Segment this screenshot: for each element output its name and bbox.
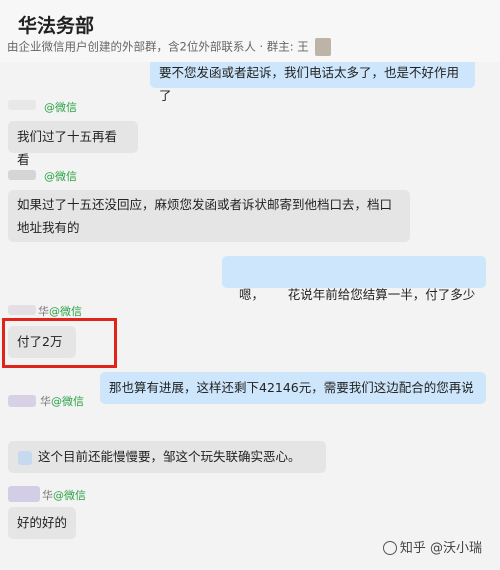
wechat-source: @微信 xyxy=(53,489,86,502)
wechat-source: @微信 xyxy=(51,395,84,408)
sender-name: 华 xyxy=(42,489,53,502)
message-bubble-incoming[interactable]: 好的好的 xyxy=(8,507,76,539)
group-subtitle: 由企业微信用户创建的外部群，含2位外部联系人 · 群主: 王 xyxy=(7,38,331,56)
sender-label: @微信 xyxy=(44,168,77,184)
message-text: 我们过了十五再看看 xyxy=(17,129,118,167)
message-text: 这个目前还能慢慢要，邹这个玩失联确实恶心。 xyxy=(38,449,301,464)
sender-name: 华 xyxy=(38,305,49,318)
watermark: 知乎 @沃小瑞 xyxy=(382,537,482,556)
sender-label: @微信 xyxy=(44,99,77,115)
message-bubble-outgoing[interactable]: 那也算有进展，这样还剩下42146元，需要我们这边配合的您再说 xyxy=(100,372,486,404)
sender-label: 华@微信 xyxy=(38,303,82,319)
avatar[interactable] xyxy=(8,486,40,502)
wechat-source: @微信 xyxy=(49,305,82,318)
chat-header: 华法务部 由企业微信用户创建的外部群，含2位外部联系人 · 群主: 王 xyxy=(0,0,500,62)
sender-name: 华 xyxy=(40,395,51,408)
avatar[interactable] xyxy=(8,100,36,110)
message-text: 嗯， 花说年前给您结算一半，付了多少 xyxy=(238,287,476,302)
group-subtitle-text: 由企业微信用户创建的外部群，含2位外部联系人 · 群主: 王 xyxy=(7,39,309,54)
wechat-source: @微信 xyxy=(44,101,77,114)
watermark-text: 知乎 @沃小瑞 xyxy=(399,541,482,556)
message-text: 好的好的 xyxy=(17,515,68,530)
sender-label: 华@微信 xyxy=(40,393,84,409)
message-bubble-outgoing[interactable]: 嗯， 花说年前给您结算一半，付了多少 xyxy=(222,256,486,302)
zhihu-logo-icon xyxy=(382,541,397,555)
blurred-image xyxy=(18,451,32,465)
wechat-source: @微信 xyxy=(44,170,77,183)
owner-avatar[interactable] xyxy=(314,38,331,56)
group-title[interactable]: 华法务部 xyxy=(18,11,94,38)
avatar[interactable] xyxy=(8,395,36,407)
message-bubble-incoming[interactable]: 这个目前还能慢慢要，邹这个玩失联确实恶心。 xyxy=(8,441,326,473)
message-text: 那也算有进展，这样还剩下42146元，需要我们这边配合的您再说 xyxy=(109,380,474,395)
message-bubble-incoming[interactable]: 我们过了十五再看看 xyxy=(8,121,138,167)
message-text: 如果过了十五还没回应，麻烦您发函或者诉状邮寄到他档口去，档口地址我有的 xyxy=(17,197,393,235)
message-bubble-incoming[interactable]: 如果过了十五还没回应，麻烦您发函或者诉状邮寄到他档口去，档口地址我有的 xyxy=(8,190,410,242)
highlight-box xyxy=(2,318,117,368)
message-text: 要不您发函或者起诉，我们电话太多了，也是不好作用了 xyxy=(159,65,460,103)
avatar[interactable] xyxy=(8,170,36,180)
avatar[interactable] xyxy=(8,305,36,315)
sender-label: 华@微信 xyxy=(42,487,86,503)
